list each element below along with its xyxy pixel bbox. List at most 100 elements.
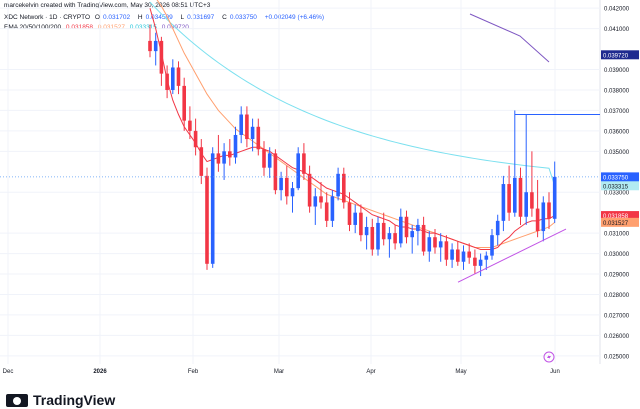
- ema200-line: [469, 13, 550, 63]
- candle-body: [484, 255, 489, 260]
- candle: [336, 167, 340, 201]
- x-tick-label: Mar: [274, 369, 284, 375]
- candle-body: [547, 202, 551, 219]
- candle: [188, 106, 192, 140]
- candle-body: [193, 130, 198, 148]
- candle-body: [410, 231, 414, 238]
- candle-body: [473, 257, 477, 266]
- candle-body: [370, 226, 375, 250]
- candle-body: [444, 241, 449, 260]
- lightning-icon: [543, 351, 555, 363]
- tradingview-logo[interactable]: TradingView: [6, 392, 115, 408]
- y-tick-label: 0.025000: [604, 354, 630, 360]
- candle: [490, 229, 494, 260]
- candle: [290, 182, 295, 213]
- candle-body: [438, 241, 443, 248]
- candle: [319, 182, 323, 209]
- x-tick-label: Dec: [3, 369, 14, 375]
- candle-body: [250, 126, 255, 140]
- candle-body: [205, 175, 209, 264]
- candle: [376, 216, 380, 256]
- candle: [273, 149, 278, 195]
- price-axis-label-text: 0.033315: [603, 184, 629, 190]
- candle: [159, 36, 164, 86]
- y-tick-label: 0.027000: [604, 313, 630, 319]
- candle-body: [239, 114, 243, 135]
- candle: [193, 118, 198, 156]
- candle: [233, 126, 238, 164]
- candle: [342, 167, 346, 209]
- x-tick-label: 2026: [93, 369, 107, 375]
- tradingview-logo-icon: [6, 393, 28, 407]
- candle-body: [404, 216, 409, 238]
- candle: [530, 151, 534, 217]
- candle-body: [535, 208, 540, 232]
- candle: [547, 192, 551, 230]
- y-tick-label: 0.026000: [604, 334, 630, 340]
- candle-body: [376, 222, 380, 250]
- candle-body: [222, 151, 226, 164]
- candle-body: [262, 149, 266, 168]
- candle-body: [176, 67, 181, 86]
- candle: [313, 188, 318, 225]
- price-axis-label: 0.031527: [601, 217, 639, 227]
- candle: [450, 243, 454, 268]
- price-chart[interactable]: 0.042000 0.041000 0.039000 0.038000 0.037000…: [0, 0, 640, 389]
- candle-body: [490, 235, 494, 256]
- candle: [478, 253, 483, 277]
- candle: [279, 171, 283, 201]
- candle-body: [353, 212, 357, 225]
- candle: [461, 245, 466, 270]
- candle: [222, 143, 226, 180]
- candle: [199, 139, 204, 185]
- candle: [250, 118, 255, 152]
- candle: [501, 175, 506, 232]
- candle-body: [421, 224, 426, 252]
- candle: [210, 147, 215, 268]
- candle: [285, 165, 289, 205]
- candle-body: [387, 233, 392, 240]
- y-tick-label: 0.033000: [604, 191, 630, 197]
- candle-body: [290, 188, 295, 197]
- candle: [416, 218, 420, 246]
- candle-body: [507, 184, 511, 213]
- candle-body: [342, 173, 346, 203]
- candle-body: [279, 177, 283, 191]
- candle-body: [233, 134, 238, 158]
- candle-body: [296, 153, 300, 189]
- candle: [438, 233, 443, 262]
- candle-body: [210, 153, 215, 264]
- candle: [353, 204, 357, 234]
- y-tick-label: 0.038000: [604, 88, 630, 94]
- price-axis-label: 0.033315: [601, 181, 639, 191]
- candle: [381, 212, 386, 246]
- candle-body: [330, 196, 335, 221]
- candle-body: [148, 40, 152, 52]
- ema100-line: [149, 1, 556, 186]
- candle: [307, 165, 312, 213]
- candle: [421, 216, 426, 256]
- candle: [153, 32, 158, 66]
- lightning-icon-bolt: [547, 353, 551, 361]
- candle-body: [427, 237, 432, 252]
- candle-body: [433, 237, 437, 248]
- candle: [507, 165, 511, 221]
- candle-body: [199, 147, 204, 176]
- candle-body: [524, 192, 528, 217]
- y-tick-label: 0.037000: [604, 109, 630, 115]
- y-tick-label: 0.035000: [604, 150, 630, 156]
- candle-body: [541, 202, 546, 232]
- candle: [364, 216, 369, 250]
- y-tick-label: 0.039000: [604, 68, 630, 74]
- candle: [239, 106, 243, 144]
- candle-body: [364, 226, 369, 236]
- candle-body: [393, 233, 397, 244]
- y-tick-label: 0.041000: [604, 27, 630, 33]
- candle: [165, 65, 169, 99]
- candle-body: [501, 184, 506, 221]
- candle: [552, 161, 557, 223]
- candle: [296, 147, 300, 191]
- candle: [456, 241, 460, 266]
- candle-body: [182, 85, 186, 121]
- candle: [541, 196, 546, 242]
